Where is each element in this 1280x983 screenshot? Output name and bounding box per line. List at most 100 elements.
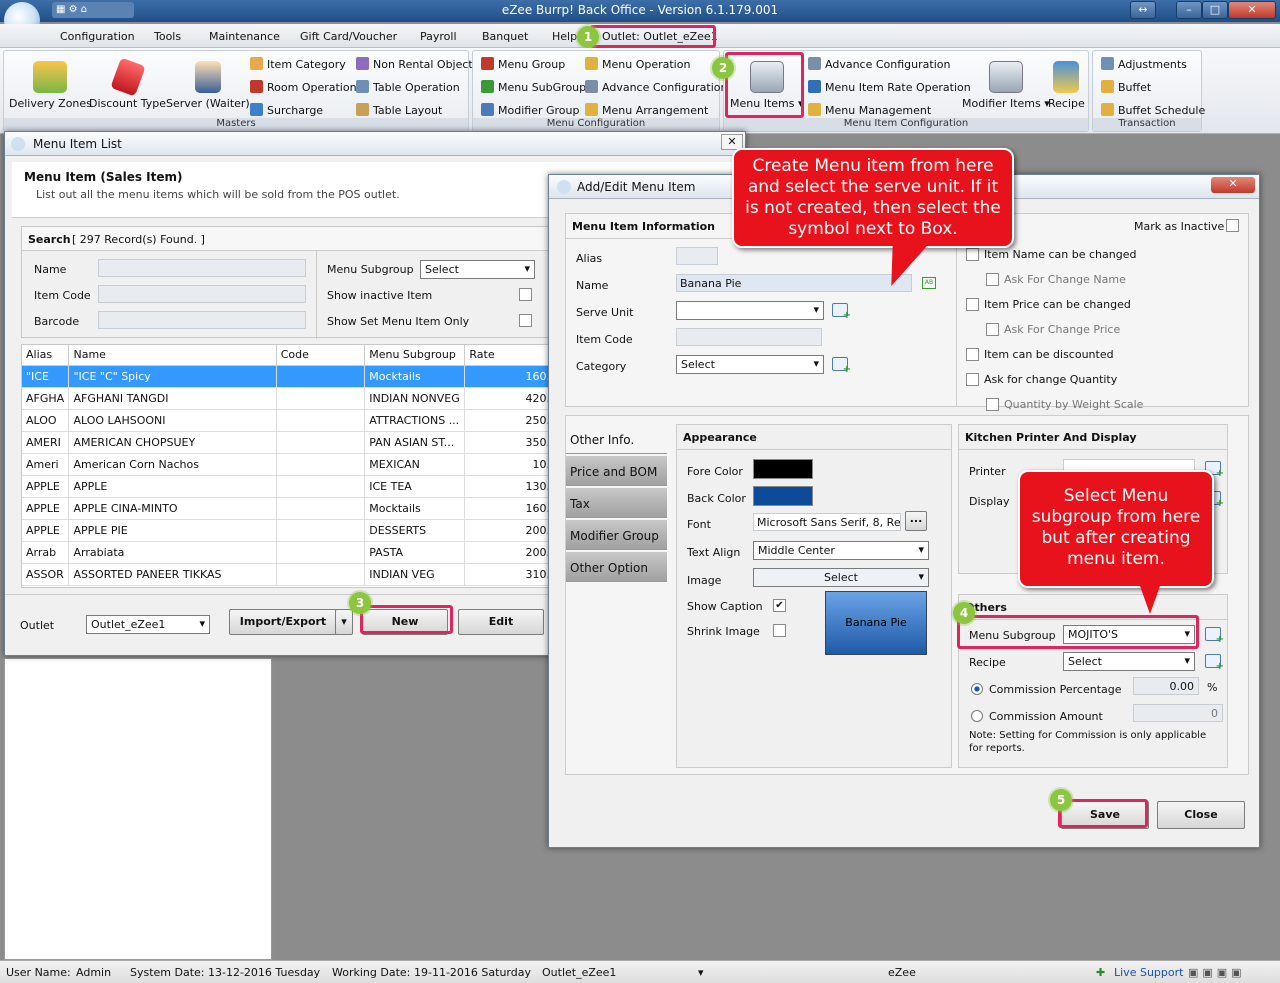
back-color-swatch[interactable] — [753, 486, 813, 506]
advance-configuration-button[interactable]: Advance Configuration — [585, 80, 727, 94]
add-serve-unit-icon[interactable] — [832, 303, 851, 321]
surcharge-button[interactable]: Surcharge — [250, 103, 323, 117]
font-browse-button[interactable]: ... — [905, 511, 927, 531]
import-export-button[interactable]: Import/Export — [229, 609, 337, 635]
keyboard-icon[interactable]: AB — [922, 277, 936, 289]
advance-configuration-item-button[interactable]: Advance Configuration — [808, 57, 950, 71]
col-code[interactable]: Code — [276, 345, 366, 366]
tab-other-option[interactable]: Other Option — [566, 552, 667, 582]
modifier-items-button[interactable]: Modifier Items ▾ — [962, 61, 1050, 110]
modifier-group-button[interactable]: Modifier Group — [481, 103, 579, 117]
mark-inactive-checkbox[interactable] — [1226, 219, 1239, 232]
edit-window-close-icon[interactable]: ✕ — [1211, 177, 1255, 193]
show-set-menu-checkbox[interactable] — [519, 314, 532, 327]
serve-unit-select[interactable] — [676, 301, 824, 320]
font-input[interactable]: Microsoft Sans Serif, 8, Regul — [753, 513, 901, 531]
edit-button[interactable]: Edit — [458, 609, 544, 635]
table-row[interactable]: ArrabArrabiata PASTA200.0 — [22, 541, 548, 564]
outlet-select[interactable]: Outlet_eZee1 — [86, 615, 210, 634]
restore-icon[interactable]: ↔ — [1130, 1, 1156, 19]
discount-checkbox[interactable] — [966, 348, 979, 361]
tab-tax[interactable]: Tax — [566, 488, 667, 518]
name-change-checkbox[interactable] — [966, 248, 979, 261]
shrink-image-checkbox[interactable] — [773, 624, 786, 637]
add-category-icon[interactable] — [832, 357, 851, 375]
ask-name-checkbox[interactable] — [986, 273, 999, 286]
ask-qty-checkbox[interactable] — [966, 373, 979, 386]
tab-modifier-group[interactable]: Modifier Group — [566, 520, 667, 550]
import-export-dropdown[interactable]: ▾ — [335, 609, 353, 635]
tab-other-info[interactable]: Other Info. — [566, 424, 667, 454]
table-row[interactable]: APPLEAPPLE CINA-MINTO Mocktails160.0 — [22, 497, 548, 520]
discount-type-button[interactable]: Discount Type — [89, 57, 166, 110]
minimize-button[interactable]: – — [1176, 1, 1202, 19]
menu-management-button[interactable]: Menu Management — [808, 103, 931, 117]
menu-group-button[interactable]: Menu Group — [481, 57, 565, 71]
recipe-select[interactable]: Select — [1063, 652, 1195, 671]
show-inactive-checkbox[interactable] — [519, 288, 532, 301]
close-button[interactable]: ✕ — [1228, 1, 1276, 19]
alias-input[interactable] — [676, 247, 718, 265]
table-row[interactable]: APPLEAPPLE PIE DESSERTS200.0 — [22, 519, 548, 542]
table-operation-button[interactable]: Table Operation — [356, 80, 460, 94]
buffet-button[interactable]: Buffet — [1101, 80, 1151, 94]
menu-item-rate-operation-button[interactable]: Menu Item Rate Operation — [808, 80, 971, 94]
status-outlet[interactable]: Outlet_eZee1 — [542, 966, 616, 979]
menu-tools[interactable]: Tools — [154, 30, 181, 43]
table-layout-button[interactable]: Table Layout — [356, 103, 442, 117]
menu-banquet[interactable]: Banquet — [482, 30, 528, 43]
table-row[interactable]: AMERI AMERICAN CHOPSUEY PAN ASIAN ST... 350… — [22, 431, 548, 454]
menu-gift-card[interactable]: Gift Card/Voucher — [300, 30, 397, 43]
price-change-checkbox[interactable] — [966, 298, 979, 311]
tab-price-bom[interactable]: Price and BOM — [566, 456, 667, 486]
commission-pct-input[interactable]: 0.00 — [1133, 677, 1199, 695]
table-row[interactable]: AFGHAAFGHANI TANGDI INDIAN NONVEG420.0 — [22, 387, 548, 410]
commission-amt-radio[interactable] — [971, 710, 983, 722]
image-select[interactable]: Select — [753, 568, 929, 587]
item-category-button[interactable]: Item Category — [250, 57, 346, 71]
menu-help[interactable]: Help — [552, 30, 577, 43]
adjustments-button[interactable]: Adjustments — [1101, 57, 1187, 71]
search-item-code-input[interactable] — [98, 285, 306, 303]
menu-configuration[interactable]: Configuration — [60, 30, 135, 43]
col-menu-subgroup[interactable]: Menu Subgroup — [364, 345, 466, 366]
ask-price-checkbox[interactable] — [986, 323, 999, 336]
col-alias[interactable]: Alias — [22, 345, 70, 366]
delivery-zones-button[interactable]: Delivery Zones — [9, 61, 92, 110]
table-row[interactable]: ALOOALOO LAHSOONI ATTRACTIONS ...250.0 — [22, 409, 548, 432]
search-subgroup-select[interactable]: Select — [420, 260, 535, 279]
table-row[interactable]: AmeriAmerican Corn Nachos MEXICAN10.0 — [22, 453, 548, 476]
item-code-input[interactable] — [676, 328, 822, 346]
table-row[interactable]: "ICE"ICE "C" Spicy Mocktails160.0 — [22, 365, 548, 388]
category-select[interactable]: Select — [676, 355, 824, 374]
server-waiter-button[interactable]: Server (Waiter) — [166, 61, 250, 110]
commission-amt-input[interactable]: 0 — [1133, 704, 1223, 722]
menu-maintenance[interactable]: Maintenance — [209, 30, 280, 43]
non-rental-object-button[interactable]: Non Rental Object — [356, 57, 473, 71]
close-dialog-button[interactable]: Close — [1157, 801, 1245, 829]
room-operation-button[interactable]: Room Operation — [250, 80, 357, 94]
table-row[interactable]: ASSOR ASSORTED PANEER TIKKAS INDIAN VEG 310… — [22, 563, 548, 586]
col-name[interactable]: Name — [68, 345, 277, 366]
recipe-button[interactable]: Recipe — [1048, 61, 1085, 110]
live-support-link[interactable]: Live Support — [1114, 966, 1183, 979]
search-barcode-input[interactable] — [98, 311, 306, 329]
col-rate[interactable]: Rate — [464, 345, 548, 366]
menu-subgroup-button[interactable]: Menu SubGroup — [481, 80, 586, 94]
maximize-button[interactable]: □ — [1202, 1, 1228, 19]
text-align-select[interactable]: Middle Center — [753, 541, 929, 560]
commission-pct-radio[interactable] — [971, 683, 983, 695]
status-outlet-dropdown-icon[interactable]: ▾ — [698, 966, 704, 979]
menu-operation-button[interactable]: Menu Operation — [585, 57, 690, 71]
show-caption-checkbox[interactable]: ✔ — [773, 599, 786, 612]
qty-weight-checkbox[interactable] — [986, 398, 999, 411]
add-subgroup-icon[interactable] — [1205, 627, 1224, 645]
menu-arrangement-button[interactable]: Menu Arrangement — [585, 103, 708, 117]
tray-icons[interactable]: ▣▣▣▣ — [1188, 966, 1246, 979]
table-row[interactable]: APPLEAPPLE ICE TEA130.0 — [22, 475, 548, 498]
menu-payroll[interactable]: Payroll — [420, 30, 457, 43]
fore-color-swatch[interactable] — [753, 459, 813, 479]
search-name-input[interactable] — [98, 259, 306, 277]
add-recipe-icon[interactable] — [1205, 654, 1224, 672]
buffet-schedule-button[interactable]: Buffet Schedule — [1101, 103, 1205, 117]
